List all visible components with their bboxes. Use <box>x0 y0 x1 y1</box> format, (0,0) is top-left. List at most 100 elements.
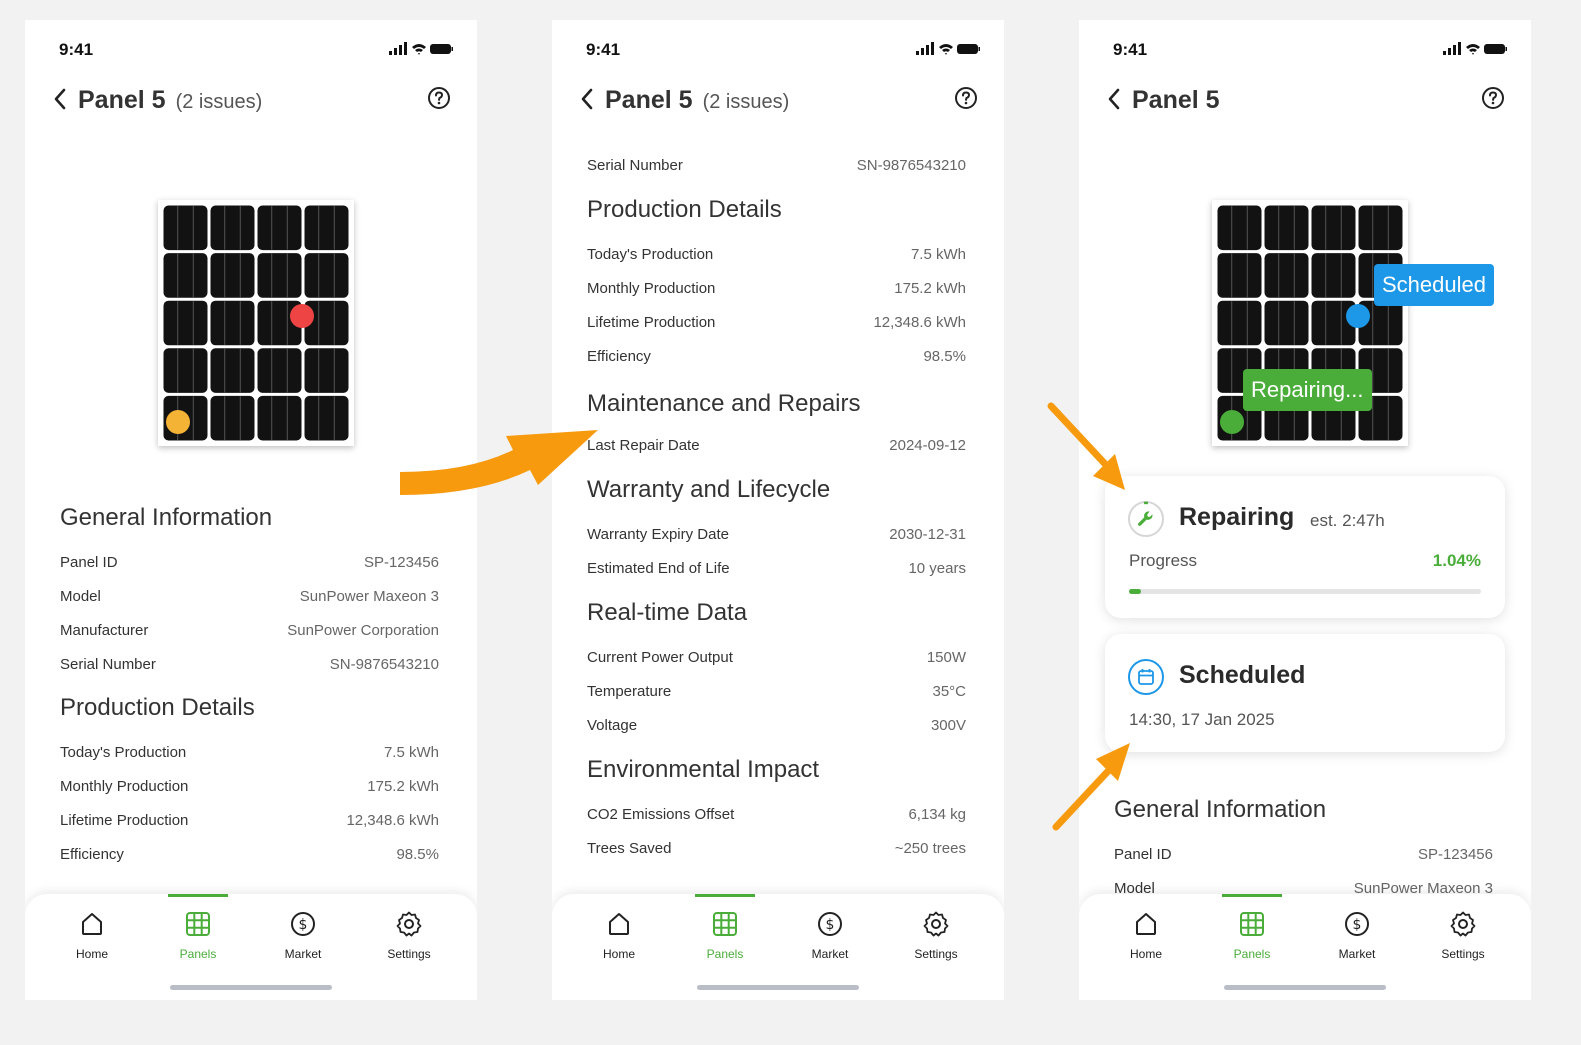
panel-name: Panel 5 <box>78 86 166 114</box>
scheduled-card[interactable]: Scheduled 14:30, 17 Jan 2025 <box>1105 634 1505 752</box>
page-header: Panel 5 (2 issues) <box>580 82 978 122</box>
home-indicator <box>1224 985 1386 990</box>
phone-screen-panel-repair-status: 9:41 Panel 5 Scheduled Repairing... Repa… <box>1079 20 1531 1000</box>
question-circle-icon[interactable] <box>1481 86 1505 115</box>
row-value: 35°C <box>932 683 966 700</box>
gear-icon <box>922 911 950 942</box>
scheduled-marker[interactable] <box>1346 304 1370 328</box>
status-time: 9:41 <box>59 40 94 59</box>
nav-item-home[interactable]: Home <box>579 910 659 961</box>
arrow-to-repair-card-icon <box>1047 402 1125 490</box>
panel-cell <box>1217 300 1262 346</box>
status-bar: 9:41 <box>586 40 980 60</box>
nav-item-panels[interactable]: Panels <box>685 910 765 961</box>
section-title-production: Production Details <box>587 196 782 223</box>
nav-item-market[interactable]: $ Market <box>263 910 343 961</box>
panel-cell <box>163 300 208 346</box>
home-icon <box>1132 913 1160 942</box>
issue-marker-red[interactable] <box>290 304 314 328</box>
info-row-panel-id: Panel ID SP-123456 <box>1114 846 1493 866</box>
row-label: Panel ID <box>60 554 118 571</box>
status-bar: 9:41 <box>1113 40 1507 60</box>
repairing-badge: Repairing... <box>1243 369 1372 411</box>
nav-item-home[interactable]: Home <box>52 910 132 961</box>
nav-label: Panels <box>1233 947 1271 961</box>
panel-cell <box>304 205 349 251</box>
panel-cell <box>210 253 255 298</box>
nav-item-settings[interactable]: Settings <box>1423 910 1503 961</box>
section-title-environment: Environmental Impact <box>587 756 820 783</box>
panel-cell <box>1264 300 1309 346</box>
row-label: Estimated End of Life <box>587 560 730 577</box>
row-label: Efficiency <box>587 348 651 365</box>
nav-item-panels[interactable]: Panels <box>158 910 238 961</box>
info-row-efficiency: Efficiency 98.5% <box>60 846 439 866</box>
scheduled-datetime: 14:30, 17 Jan 2025 <box>1129 710 1275 729</box>
row-label: Manufacturer <box>60 622 149 639</box>
nav-label: Home <box>75 947 108 961</box>
info-row-end-of-life: Estimated End of Life 10 years <box>587 560 966 580</box>
info-row-serial: Serial Number SN-9876543210 <box>60 656 439 676</box>
chevron-left-icon[interactable] <box>53 88 67 115</box>
question-circle-icon[interactable] <box>954 86 978 115</box>
panel-cell <box>1217 205 1262 251</box>
row-value: ~250 trees <box>894 840 966 857</box>
row-value: 175.2 kWh <box>894 280 966 297</box>
repairing-marker[interactable] <box>1220 410 1244 434</box>
row-label: Voltage <box>587 717 638 734</box>
question-circle-icon[interactable] <box>427 86 451 115</box>
nav-label: Market <box>811 947 849 961</box>
info-row-model: Model SunPower Maxeon 3 <box>60 588 439 608</box>
info-row-voltage: Voltage 300V <box>587 717 966 737</box>
row-label: Warranty Expiry Date <box>587 526 729 543</box>
row-label: Monthly Production <box>60 778 189 795</box>
panel-cell <box>163 348 208 393</box>
row-value: 6,134 kg <box>908 806 966 823</box>
nav-item-market[interactable]: $ Market <box>1317 910 1397 961</box>
status-time: 9:41 <box>1113 40 1148 59</box>
home-icon <box>605 913 633 942</box>
calendar-icon <box>1127 658 1165 701</box>
nav-item-panels[interactable]: Panels <box>1212 910 1292 961</box>
section-title-general: General Information <box>1114 796 1327 823</box>
bottom-nav: Home Panels $ Market Settings <box>25 894 477 1000</box>
issue-marker-yellow[interactable] <box>166 410 190 434</box>
nav-label: Home <box>1129 947 1162 961</box>
panel-cell <box>1264 205 1309 251</box>
row-value: SunPower Corporation <box>287 622 439 639</box>
section-title-maintenance: Maintenance and Repairs <box>587 390 861 417</box>
arrow-to-scheduled-card-icon <box>1052 743 1130 831</box>
row-value: 98.5% <box>923 348 966 365</box>
nav-label: Settings <box>914 947 958 961</box>
gear-icon <box>395 911 423 942</box>
nav-label: Settings <box>1441 947 1485 961</box>
info-row-monthly: Monthly Production 175.2 kWh <box>587 280 966 300</box>
nav-item-settings[interactable]: Settings <box>896 910 976 961</box>
panel-cell <box>304 395 349 441</box>
nav-item-home[interactable]: Home <box>1106 910 1186 961</box>
row-label: Panel ID <box>1114 846 1172 863</box>
info-row-trees: Trees Saved ~250 trees <box>587 840 966 860</box>
panel-cell <box>163 205 208 251</box>
section-title-warranty: Warranty and Lifecycle <box>587 476 831 503</box>
nav-item-market[interactable]: $ Market <box>790 910 870 961</box>
panel-cell <box>257 395 302 441</box>
info-row-monthly: Monthly Production 175.2 kWh <box>60 778 439 798</box>
row-label: Temperature <box>587 683 672 700</box>
row-label: Today's Production <box>60 744 187 761</box>
info-row-co2: CO2 Emissions Offset 6,134 kg <box>587 806 966 826</box>
panel-name: Panel 5 <box>605 86 693 114</box>
repair-status-card[interactable]: Repairing est. 2:47h Progress 1.04% <box>1105 476 1505 618</box>
panel-cell <box>1311 253 1356 298</box>
info-row-power-output: Current Power Output 150W <box>587 649 966 669</box>
chevron-left-icon[interactable] <box>1107 88 1121 115</box>
nav-active-indicator <box>695 894 755 897</box>
info-row-today: Today's Production 7.5 kWh <box>60 744 439 764</box>
chevron-left-icon[interactable] <box>580 88 594 115</box>
row-value: 12,348.6 kWh <box>346 812 439 829</box>
scheduled-badge: Scheduled <box>1374 264 1494 306</box>
nav-item-settings[interactable]: Settings <box>369 910 449 961</box>
row-value: 7.5 kWh <box>383 744 439 761</box>
row-label: CO2 Emissions Offset <box>587 806 735 823</box>
status-icons <box>1443 42 1507 61</box>
